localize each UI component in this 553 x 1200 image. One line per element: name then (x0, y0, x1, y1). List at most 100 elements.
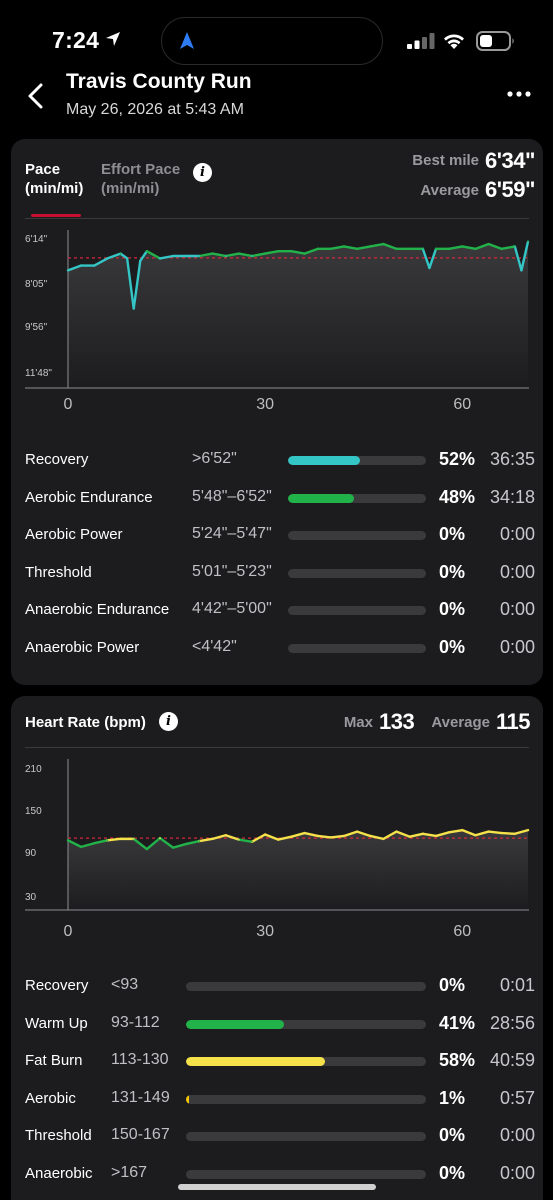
hr-zone-name: Recovery (25, 977, 89, 994)
pace-data-point (408, 247, 411, 250)
pace-data-point (421, 247, 424, 250)
hr-data-point (145, 848, 148, 850)
hr-x-tick-label: 0 (64, 923, 73, 940)
pace-zone-time: 34:18 (489, 486, 535, 507)
hr-zone-range: <93 (111, 976, 139, 993)
hr-data-point (303, 832, 306, 834)
hr-chart: 210 150 90 30 0 30 60 (25, 759, 530, 940)
hr-data-point (408, 835, 411, 838)
hr-title: Heart Rate (bpm) (25, 714, 146, 731)
pace-zone-range: >6'52" (192, 450, 237, 467)
info-icon[interactable]: i (159, 712, 178, 731)
hr-zone-row: Threshold 150-167 0% 0:00 (25, 1125, 535, 1149)
hr-zone-percent: 1% (439, 1087, 466, 1108)
pace-data-point (382, 243, 385, 245)
hr-zone-bar-fill (186, 1094, 189, 1104)
hr-zone-percent: 0% (439, 1163, 466, 1183)
back-chevron-icon[interactable] (24, 82, 48, 110)
page-title: Travis County Run (66, 70, 252, 93)
hr-data-point (487, 830, 490, 833)
status-time: 7:24 (52, 27, 100, 53)
pace-zone-row: Aerobic Power 5'24"–5'47" 0% 0:00 (25, 524, 535, 548)
hr-zone-percent: 58% (439, 1050, 476, 1071)
hr-data-point (435, 835, 437, 837)
hr-series-segment (106, 837, 122, 842)
pace-data-point (139, 259, 142, 262)
hr-data-point (185, 843, 188, 845)
location-arrow-icon (106, 32, 120, 46)
hr-zone-name: Fat Burn (25, 1052, 83, 1070)
hr-zone-range: 113-130 (111, 1051, 169, 1069)
pace-x-tick-label: 0 (64, 396, 73, 413)
pace-data-point (369, 245, 372, 248)
pace-zone-range: <4'42" (192, 638, 237, 655)
more-icon[interactable] (505, 84, 533, 104)
hr-data-point (224, 834, 227, 837)
average-hr-value: 115 (496, 709, 531, 734)
hr-data-point (316, 835, 319, 837)
hr-zone-bar-track (186, 1019, 426, 1029)
hr-data-point (277, 838, 280, 841)
hr-zone-row: Aerobic 131-149 1% 0:57 (25, 1088, 535, 1112)
pace-zone-name: Recovery (25, 451, 89, 468)
pace-data-point (329, 247, 332, 250)
pace-data-point (487, 243, 490, 245)
hr-zone-row: Fat Burn 113-130 58% 40:59 (25, 1050, 535, 1074)
pace-data-point (435, 247, 437, 250)
tab-pace[interactable]: Pace (min/mi) (25, 160, 83, 198)
pace-data-point (126, 257, 129, 260)
hr-data-point (527, 829, 529, 832)
pace-x-tick-label: 30 (256, 396, 274, 413)
pace-zone-bar-track (288, 531, 426, 541)
hr-data-point (132, 837, 135, 840)
pace-data-point (448, 247, 451, 250)
pace-zone-row: Anaerobic Endurance 4'42"–5'00" 0% 0:00 (25, 599, 535, 623)
hr-data-point (356, 830, 359, 833)
pace-zone-bar-track (288, 456, 426, 465)
battery-icon (476, 31, 514, 51)
active-tab-indicator (31, 214, 81, 217)
page-subtitle: May 26, 2026 at 5:43 AM (66, 101, 244, 118)
pace-data-point (106, 257, 109, 260)
pace-data-point (80, 264, 83, 267)
info-icon[interactable]: i (193, 163, 212, 182)
hr-data-point (251, 840, 253, 843)
best-mile-value: 6'34" (485, 148, 535, 173)
average-hr-label: Average (431, 714, 490, 731)
tab-effort-label: Effort Pace (101, 161, 181, 178)
hr-zone-time: 0:01 (499, 975, 535, 995)
hr-series-segment (329, 834, 346, 839)
home-indicator[interactable] (178, 1184, 376, 1190)
hr-zone-bar-track (186, 1170, 426, 1179)
hr-y-tick-label: 30 (25, 892, 37, 903)
pace-data-point (500, 247, 503, 250)
pace-data-point (172, 255, 175, 257)
pace-data-point (356, 247, 359, 250)
pace-card: Pace (min/mi) Effort Pace (min/mi) i Bes… (11, 139, 543, 685)
hr-data-point (329, 836, 332, 839)
pace-y-tick-label: 11'48" (25, 368, 52, 379)
pace-data-point (527, 240, 529, 243)
hr-data-point (343, 835, 345, 837)
hr-data-point (421, 832, 424, 835)
pace-data-point (119, 252, 122, 255)
hr-data-point (369, 835, 372, 837)
pace-zone-time: 0:00 (499, 599, 535, 620)
hr-zone-name: Threshold (25, 1127, 92, 1145)
tab-effort-pace[interactable]: Effort Pace (min/mi) (101, 160, 180, 198)
pace-y-tick-label: 6'14" (25, 234, 48, 245)
pace-zone-name: Aerobic Power (25, 526, 123, 544)
pace-zone-bar-fill (288, 493, 355, 503)
hr-data-point (395, 830, 398, 833)
hr-y-tick-label: 90 (25, 848, 37, 859)
pace-data-point (211, 252, 214, 255)
hr-data-point (500, 832, 503, 834)
hr-data-point (80, 845, 83, 848)
hr-zone-percent: 0% (439, 975, 466, 995)
pace-data-point (264, 252, 267, 255)
dynamic-island[interactable] (161, 17, 383, 65)
hr-y-tick-label: 210 (25, 764, 42, 775)
hr-zone-bar-fill (186, 1019, 285, 1029)
pace-zone-name: Threshold (25, 563, 92, 581)
hr-zone-time: 0:57 (499, 1087, 535, 1108)
